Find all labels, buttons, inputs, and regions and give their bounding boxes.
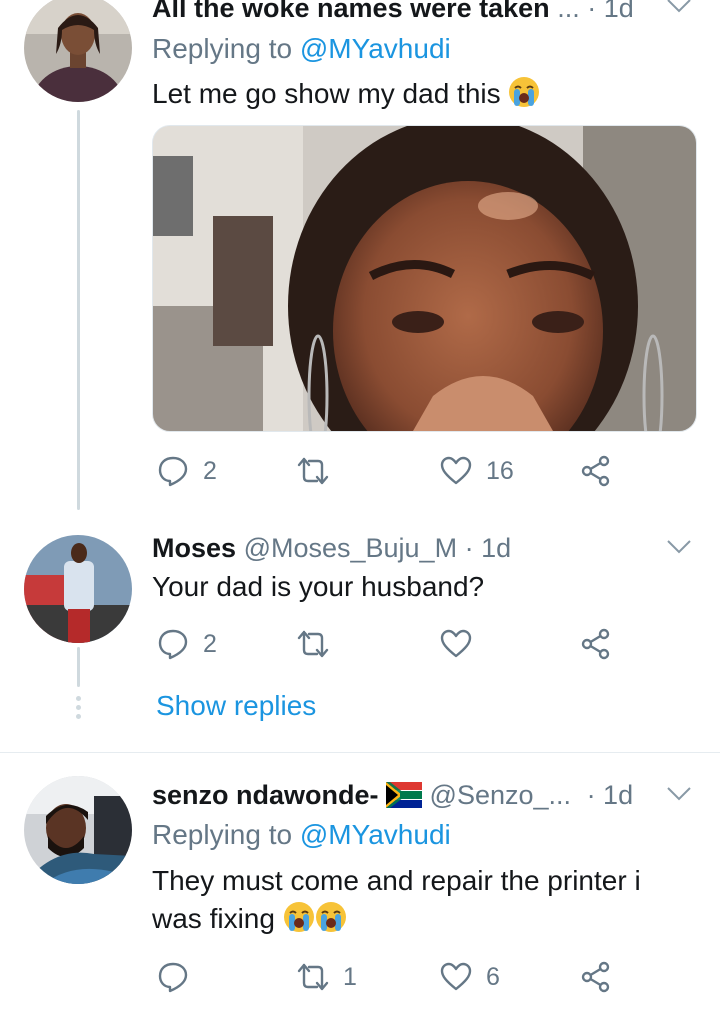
heart-icon [440, 629, 472, 658]
display-name[interactable]: All the woke names were taken [152, 0, 550, 23]
tweet-header: All the woke names were taken ... · 1d [152, 0, 634, 24]
retweet-button[interactable] [297, 455, 343, 487]
share-button[interactable] [580, 628, 612, 660]
tweet-text: They must come and repair the printer i … [152, 862, 641, 938]
reply-button[interactable] [157, 961, 203, 993]
avatar[interactable] [24, 0, 132, 102]
like-count: 6 [486, 962, 500, 991]
replying-to-label: Replying to [152, 33, 293, 64]
chevron-down-icon[interactable] [666, 539, 692, 555]
thread-line [77, 110, 80, 510]
retweet-count: 1 [343, 962, 357, 991]
share-icon [581, 961, 610, 993]
display-name[interactable]: Moses [152, 533, 236, 563]
loudly-crying-face-icon [509, 77, 540, 107]
tweet-text-line: They must come and repair the printer i [152, 865, 641, 896]
tweet-text-line-2: was fixing [152, 900, 641, 938]
reply-icon [158, 962, 188, 993]
heart-icon [440, 456, 472, 485]
display-name[interactable]: senzo ndawonde- [152, 780, 379, 810]
tweet-text-line-content: was fixing [152, 903, 275, 934]
reply-button[interactable]: 2 [157, 628, 217, 660]
chevron-down-icon[interactable] [666, 786, 692, 802]
reply-button[interactable]: 2 [157, 455, 217, 487]
tweet-header: senzo ndawonde- @Senzo_... · 1d [152, 779, 633, 811]
retweet-icon [297, 457, 329, 485]
share-button[interactable] [580, 455, 612, 487]
like-button[interactable] [440, 628, 486, 660]
user-handle[interactable]: @Senzo_... [430, 780, 572, 810]
retweet-button[interactable]: 1 [297, 961, 357, 993]
share-icon [581, 628, 610, 660]
avatar[interactable] [24, 535, 132, 643]
chevron-down-icon[interactable] [666, 0, 692, 14]
south-africa-flag-icon [386, 782, 423, 808]
reply-count: 2 [203, 629, 217, 658]
thread-line [77, 647, 80, 687]
divider [0, 752, 720, 753]
retweet-icon [297, 963, 329, 991]
replying-to: Replying to @MYavhudi [152, 819, 451, 851]
tweet-media-image[interactable] [152, 125, 697, 432]
loudly-crying-face-icon [283, 902, 314, 932]
retweet-button[interactable] [297, 628, 343, 660]
loudly-crying-face-icon [315, 902, 346, 932]
replying-to-label: Replying to [152, 819, 293, 850]
replying-to: Replying to @MYavhudi [152, 33, 451, 65]
user-handle[interactable]: @Moses_Buju_M [244, 533, 458, 563]
tweet-header: Moses @Moses_Buju_M · 1d [152, 532, 511, 564]
reply-icon [158, 629, 188, 660]
like-button[interactable]: 16 [440, 455, 514, 487]
like-count: 16 [486, 456, 514, 485]
avatar[interactable] [24, 776, 132, 884]
tweet-text: Your dad is your husband? [152, 568, 484, 606]
share-icon [581, 455, 610, 487]
tweet-text-content: Your dad is your husband? [152, 571, 485, 602]
reply-count: 2 [203, 456, 217, 485]
replying-to-handle[interactable]: @MYavhudi [300, 33, 451, 64]
thread-dots [76, 696, 81, 719]
tweet-time[interactable]: · 1d [587, 780, 634, 810]
tweet-time[interactable]: · 1d [465, 533, 512, 563]
like-button[interactable]: 6 [440, 961, 500, 993]
heart-icon [440, 962, 472, 991]
tweet-text-content: Let me go show my dad this [152, 78, 501, 109]
name-truncation: ... [557, 0, 580, 23]
tweet-text: Let me go show my dad this [152, 75, 540, 113]
share-button[interactable] [580, 961, 612, 993]
replying-to-handle[interactable]: @MYavhudi [300, 819, 451, 850]
show-replies-link[interactable]: Show replies [156, 689, 316, 723]
tweet-time[interactable]: · 1d [587, 0, 634, 23]
retweet-icon [297, 630, 329, 658]
reply-icon [158, 456, 188, 487]
